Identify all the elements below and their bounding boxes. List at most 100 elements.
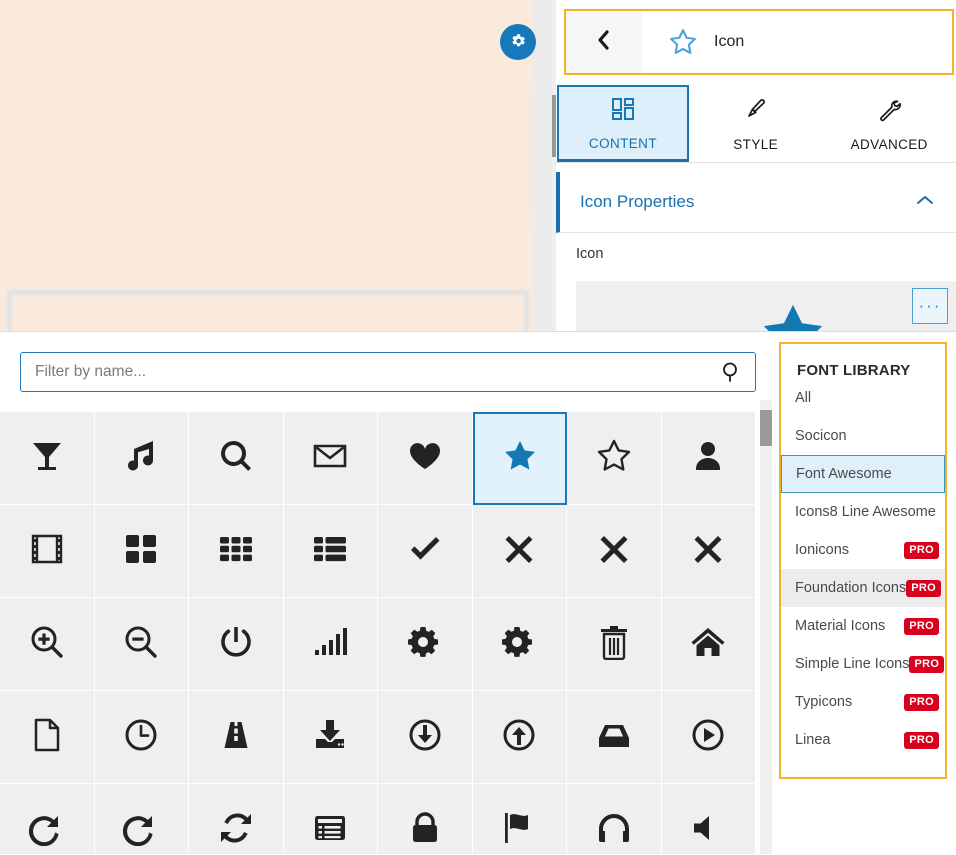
music-note-icon (123, 438, 159, 479)
widget-title: Icon (714, 33, 745, 50)
pro-badge: PRO (909, 655, 945, 673)
icon-cell-clock[interactable] (94, 691, 189, 784)
section-header-icon-properties[interactable]: Icon Properties (556, 172, 956, 233)
font-library-item-label: Ionicons (795, 542, 850, 558)
envelope-icon (312, 438, 348, 479)
widget-header: Icon (564, 9, 954, 75)
icon-cell-refresh[interactable] (189, 784, 284, 854)
icon-cell-inbox[interactable] (567, 691, 662, 784)
icon-cell-home[interactable] (661, 598, 756, 691)
gear-icon (501, 624, 537, 665)
trash-icon (596, 624, 632, 665)
power-icon (218, 624, 254, 665)
tab-advanced[interactable]: ADVANCED (822, 85, 956, 162)
font-library-list: All Socicon Font Awesome Icons8 Line Awesom… (781, 379, 945, 759)
icon-field-label: Icon (576, 246, 604, 262)
font-library-item-label: Socicon (795, 428, 847, 444)
icon-cell-film[interactable] (0, 505, 95, 598)
file-icon (29, 717, 65, 758)
search-icon[interactable] (720, 361, 742, 383)
icon-cell-star-o[interactable] (567, 412, 662, 505)
icon-cell-user[interactable] (661, 412, 756, 505)
icon-cell-file[interactable] (0, 691, 95, 784)
settings-gear-button[interactable] (500, 24, 536, 60)
icon-search-wrapper (20, 352, 756, 392)
icon-cell-envelope[interactable] (283, 412, 378, 505)
font-library-item-label: Typicons (795, 694, 853, 710)
icon-cell-headphones[interactable] (567, 784, 662, 854)
icon-cell-road[interactable] (189, 691, 284, 784)
icon-cell-glass[interactable] (0, 412, 95, 505)
icon-picker-button[interactable]: ··· (912, 288, 948, 324)
star-filled-icon (756, 299, 830, 331)
inspector-tab-bar: CONTENT STYLE ADVANCED (556, 85, 956, 163)
icon-cell-cog[interactable] (378, 598, 473, 691)
icon-cell-times-circle[interactable] (567, 505, 662, 598)
font-library-item-label: Icons8 Line Awesome (795, 504, 936, 520)
icon-cell-signal[interactable] (283, 598, 378, 691)
icon-cell-power-off[interactable] (189, 598, 284, 691)
icon-cell-search-plus[interactable] (0, 598, 95, 691)
tab-style[interactable]: STYLE (689, 85, 823, 162)
font-library-item-foundation-icons[interactable]: Foundation Icons PRO (781, 569, 945, 607)
icon-cell-star[interactable] (472, 412, 567, 505)
headphones-icon (596, 810, 632, 851)
font-library-item-label: Simple Line Icons (795, 656, 910, 672)
user-icon (690, 438, 726, 479)
icon-cell-rotate-right[interactable] (94, 784, 189, 854)
zoom-out-icon (123, 624, 159, 665)
icon-cell-search-minus[interactable] (94, 598, 189, 691)
icon-cell-play-circle[interactable] (661, 691, 756, 784)
icon-cell-th-large[interactable] (94, 505, 189, 598)
font-library-item-linea[interactable]: Linea PRO (781, 721, 945, 759)
chevron-up-icon[interactable] (916, 193, 934, 211)
heart-filled-icon (407, 438, 443, 479)
font-library-title: FONT LIBRARY (797, 362, 911, 379)
icon-grid-scrollbar-track[interactable] (760, 400, 772, 854)
icon-cell-th[interactable] (189, 505, 284, 598)
icon-cell-arrow-circle-up[interactable] (472, 691, 567, 784)
icon-search-input[interactable] (20, 352, 756, 392)
zoom-in-icon (29, 624, 65, 665)
font-library-item-label: Foundation Icons (795, 580, 907, 596)
icon-cell-times[interactable] (472, 505, 567, 598)
font-library-item-material-icons[interactable]: Material Icons PRO (781, 607, 945, 645)
chevron-left-icon (596, 29, 612, 56)
icon-cell-lock[interactable] (378, 784, 473, 854)
pro-badge: PRO (906, 579, 941, 597)
icon-grid-scrollbar-thumb[interactable] (760, 410, 772, 446)
cocktail-glass-icon (29, 438, 65, 479)
tab-content-label: CONTENT (588, 136, 657, 151)
icon-cell-gear[interactable] (472, 598, 567, 691)
play-circle-icon (690, 717, 726, 758)
font-library-item-font-awesome[interactable]: Font Awesome (781, 455, 945, 493)
back-button[interactable] (566, 11, 642, 73)
icon-cell-remove[interactable] (661, 505, 756, 598)
tab-content[interactable]: CONTENT (557, 85, 689, 162)
icon-cell-music[interactable] (94, 412, 189, 505)
font-library-item-simple-line-icons[interactable]: Simple Line Icons PRO (781, 645, 945, 683)
grid-3x3-icon (218, 531, 254, 572)
icon-cell-heart[interactable] (378, 412, 473, 505)
times-icon (501, 531, 537, 572)
home-icon (690, 624, 726, 665)
star-outline-icon (596, 438, 632, 479)
font-library-item-typicons[interactable]: Typicons PRO (781, 683, 945, 721)
icon-cell-volume-off[interactable] (661, 784, 756, 854)
icon-cell-th-list[interactable] (283, 505, 378, 598)
icon-grid[interactable] (0, 412, 756, 854)
icon-cell-check[interactable] (378, 505, 473, 598)
font-library-item-icons8-line-awesome[interactable]: Icons8 Line Awesome (781, 493, 945, 531)
icon-cell-list-alt[interactable] (283, 784, 378, 854)
icon-preview-box[interactable]: ··· (576, 281, 956, 331)
icon-cell-search[interactable] (189, 412, 284, 505)
tab-style-label: STYLE (733, 136, 779, 152)
icon-cell-flag[interactable] (472, 784, 567, 854)
font-library-item-ionicons[interactable]: Ionicons PRO (781, 531, 945, 569)
font-library-item-socicon[interactable]: Socicon (781, 417, 945, 455)
icon-cell-trash[interactable] (567, 598, 662, 691)
icon-cell-arrow-circle-down[interactable] (378, 691, 473, 784)
font-library-item-all[interactable]: All (781, 379, 945, 417)
icon-cell-download[interactable] (283, 691, 378, 784)
icon-cell-repeat[interactable] (0, 784, 95, 854)
